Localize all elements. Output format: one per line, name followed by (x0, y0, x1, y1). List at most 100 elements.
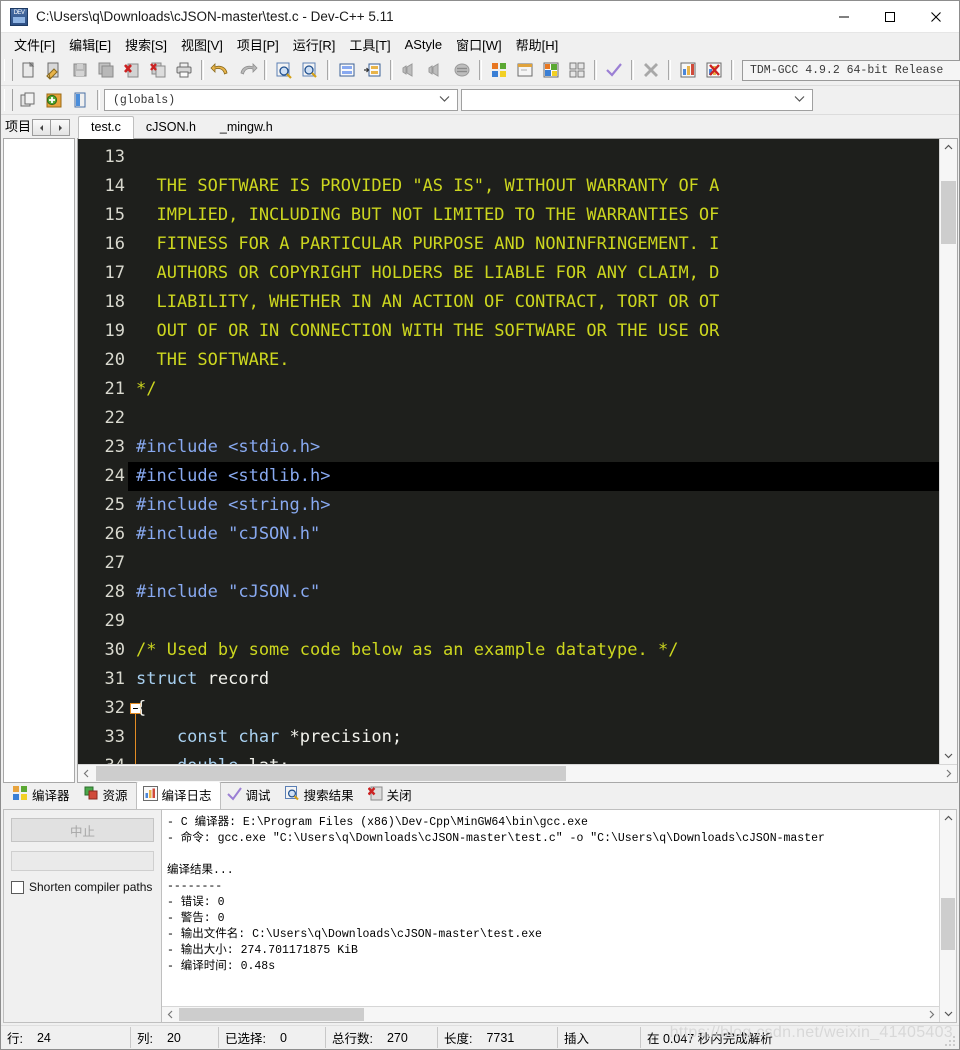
editor-vertical-scrollbar[interactable] (939, 139, 957, 764)
identifier-token: lat; (249, 756, 290, 764)
comment-token: IMPLIED, INCLUDING BUT NOT LIMITED TO TH… (136, 205, 720, 225)
compile-log-text[interactable]: - C 编译器: E:\Program Files (x86)\Dev-Cpp\… (162, 810, 939, 1006)
minimize-button[interactable] (821, 1, 867, 32)
undo-icon[interactable] (208, 58, 234, 82)
abort-button[interactable]: 中止 (11, 818, 154, 842)
toolbar-separator (668, 60, 671, 80)
menu-search[interactable]: 搜索[S] (118, 33, 174, 56)
save-all-icon[interactable] (93, 58, 119, 82)
line-number: 18 (104, 292, 125, 312)
scope-combo[interactable]: (globals) (104, 89, 458, 111)
window-controls (821, 1, 959, 32)
line-number: 30 (104, 640, 125, 660)
code-line: struct record (128, 665, 939, 694)
bottom-tab-compiler[interactable]: 编译器 (7, 782, 78, 809)
tab-cjson-h[interactable]: cJSON.h (133, 117, 208, 138)
bottom-tab-close[interactable]: 关闭 (362, 782, 420, 809)
replace-icon[interactable] (297, 58, 323, 82)
profile-icon[interactable] (675, 58, 701, 82)
scope-combo-value: (globals) (113, 93, 176, 107)
run-icon[interactable] (512, 58, 538, 82)
toolbar-grip-2[interactable] (4, 89, 13, 111)
save-icon[interactable] (67, 58, 93, 82)
toolbar-grip[interactable] (4, 59, 13, 81)
bottom-tab-debug[interactable]: 调试 (221, 782, 279, 809)
add-to-project-icon[interactable] (41, 88, 67, 112)
line-number: 22 (104, 408, 125, 428)
status-total-lines-key: 总行数: (332, 1032, 373, 1046)
editor-horizontal-scrollbar[interactable] (78, 764, 957, 782)
menu-bar: 文件[F] 编辑[E] 搜索[S] 视图[V] 项目[P] 运行[R] 工具[T… (1, 33, 959, 55)
close-file-icon[interactable] (119, 58, 145, 82)
new-project-icon[interactable] (15, 88, 41, 112)
log-scroll-left-icon[interactable] (162, 1007, 178, 1022)
redo-icon[interactable] (234, 58, 260, 82)
back-icon[interactable] (397, 58, 423, 82)
compiler-set-combo[interactable]: TDM-GCC 4.9.2 64-bit Release (742, 59, 960, 81)
scroll-up-icon[interactable] (940, 139, 957, 156)
forward-icon[interactable] (423, 58, 449, 82)
goto-function-icon[interactable] (360, 58, 386, 82)
compile-run-icon[interactable] (538, 58, 564, 82)
menu-window[interactable]: 窗口[W] (449, 33, 509, 56)
log-scroll-right-icon[interactable] (923, 1007, 939, 1022)
log-scroll-up-icon[interactable] (940, 810, 956, 827)
line-number-text: 34 (105, 756, 125, 764)
toggle-panel-icon[interactable] (67, 88, 93, 112)
compile-icon[interactable] (486, 58, 512, 82)
menu-astyle[interactable]: AStyle (398, 35, 450, 54)
project-panel[interactable] (3, 138, 75, 783)
bottom-tab-bar: 编译器 资源 编译日志 调试 搜索结果 关闭 (1, 781, 959, 810)
toggle-breakpoint-icon[interactable] (449, 58, 475, 82)
editor-vscroll-thumb[interactable] (941, 181, 956, 244)
menu-view[interactable]: 视图[V] (174, 33, 230, 56)
tab-mingw-h[interactable]: _mingw.h (207, 117, 285, 138)
bottom-tab-compile-log[interactable]: 编译日志 (135, 781, 221, 810)
resize-grip[interactable] (944, 1035, 956, 1047)
scroll-right-icon[interactable] (940, 765, 957, 782)
menu-edit[interactable]: 编辑[E] (62, 33, 118, 56)
line-number: 26 (104, 524, 125, 544)
tab-scroll-left-button[interactable] (32, 119, 52, 136)
code-text-area[interactable]: THE SOFTWARE IS PROVIDED "AS IS", WITHOU… (128, 139, 939, 764)
new-file-icon[interactable] (15, 58, 41, 82)
symbol-combo[interactable] (461, 89, 813, 111)
shorten-paths-row[interactable]: Shorten compiler paths (11, 880, 154, 894)
log-hscroll-thumb[interactable] (179, 1008, 364, 1021)
menu-file[interactable]: 文件[F] (7, 33, 62, 56)
print-icon[interactable] (171, 58, 197, 82)
log-horizontal-scrollbar[interactable] (162, 1006, 939, 1022)
menu-run[interactable]: 运行[R] (286, 33, 343, 56)
open-file-icon[interactable] (41, 58, 67, 82)
bottom-tab-resources[interactable]: 资源 (78, 782, 136, 809)
editor-body: 13 14 15 16 17 18 19 20 21 22 23 24 25 2… (78, 139, 957, 764)
bottom-tab-find-results[interactable]: 搜索结果 (279, 782, 362, 809)
close-button[interactable] (913, 1, 959, 32)
compile-controls: 中止 Shorten compiler paths (3, 809, 161, 1023)
identifier-token: record (197, 669, 270, 689)
close-all-icon[interactable] (145, 58, 171, 82)
menu-project[interactable]: 项目[P] (230, 33, 286, 56)
find-icon[interactable] (271, 58, 297, 82)
syntax-check-icon[interactable] (601, 58, 627, 82)
log-vscroll-thumb[interactable] (941, 898, 955, 950)
tab-test-c[interactable]: test.c (78, 116, 134, 139)
line-number: 15 (104, 205, 125, 225)
brace-token: { (136, 698, 147, 718)
scroll-left-icon[interactable] (78, 765, 95, 782)
editor-hscroll-thumb[interactable] (96, 766, 566, 781)
menu-tools[interactable]: 工具[T] (342, 33, 397, 56)
log-scroll-down-icon[interactable] (940, 1005, 956, 1022)
delete-profile-icon[interactable] (701, 58, 727, 82)
log-vertical-scrollbar[interactable] (939, 810, 956, 1022)
goto-line-icon[interactable] (334, 58, 360, 82)
stop-execution-icon[interactable] (638, 58, 664, 82)
status-bar: 行: 24 列: 20 已选择: 0 总行数: 270 长度: 7731 插入 … (1, 1024, 959, 1049)
rebuild-all-icon[interactable] (564, 58, 590, 82)
shorten-paths-checkbox[interactable] (11, 880, 24, 894)
menu-help[interactable]: 帮助[H] (509, 33, 566, 56)
tab-scroll-right-button[interactable] (51, 119, 71, 136)
maximize-button[interactable] (867, 1, 913, 32)
scroll-down-icon[interactable] (940, 747, 957, 764)
line-number: 23 (104, 437, 125, 457)
